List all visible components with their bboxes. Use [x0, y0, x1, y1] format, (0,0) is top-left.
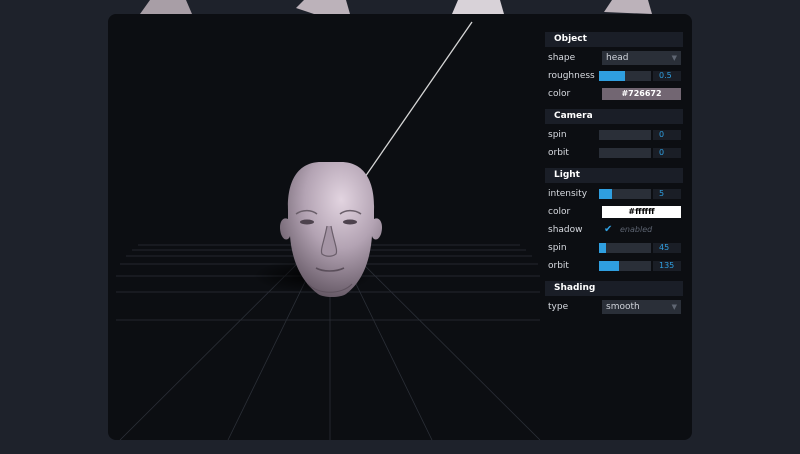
light-color-label: color [548, 207, 571, 217]
shading-type-select[interactable]: smooth ▼ [602, 300, 681, 314]
background-prism [140, 0, 192, 14]
head-left-eye [300, 219, 314, 225]
camera-spin-value[interactable]: 0 [653, 130, 681, 140]
light-color-swatch[interactable]: #ffffff [602, 206, 681, 218]
light-section-header[interactable]: Light [545, 168, 683, 183]
light-orbit-label: orbit [548, 261, 569, 271]
light-spin-label: spin [548, 243, 567, 253]
light-orbit-row: orbit 135 [545, 257, 683, 275]
object-section-header[interactable]: Object [545, 32, 683, 47]
light-orbit-slider[interactable] [599, 261, 651, 271]
light-shadow-state[interactable]: enabled [620, 223, 652, 237]
camera-orbit-row: orbit 0 [545, 144, 683, 162]
light-section: Light intensity 5 color #ffffff shadow ✔… [545, 168, 683, 275]
object-roughness-value[interactable]: 0.5 [653, 71, 681, 81]
controls-panel: Object shape head ▼ roughness 0.5 color … [545, 32, 683, 322]
object-shape-select[interactable]: head ▼ [602, 51, 681, 65]
light-direction-line [355, 21, 473, 191]
light-orbit-slider-fill [599, 261, 619, 271]
camera-orbit-label: orbit [548, 148, 569, 158]
light-orbit-value[interactable]: 135 [653, 261, 681, 271]
object-roughness-row: roughness 0.5 [545, 67, 683, 85]
background-prism [452, 0, 504, 14]
object-shape-value: head [606, 53, 629, 63]
light-intensity-slider-fill [599, 189, 612, 199]
light-intensity-slider[interactable] [599, 189, 651, 199]
shading-type-row: type smooth ▼ [545, 298, 683, 316]
light-spin-slider-fill [599, 243, 606, 253]
light-intensity-label: intensity [548, 189, 588, 199]
object-color-row: color #726672 [545, 85, 683, 103]
shading-type-value: smooth [606, 302, 640, 312]
camera-section: Camera spin 0 orbit 0 [545, 109, 683, 162]
object-roughness-label: roughness [548, 71, 595, 81]
background-prism [604, 0, 652, 14]
app-window: Object shape head ▼ roughness 0.5 color … [108, 14, 692, 440]
camera-orbit-slider[interactable] [599, 148, 651, 158]
light-intensity-value[interactable]: 5 [653, 189, 681, 199]
camera-spin-slider[interactable] [599, 130, 651, 140]
light-shadow-row: shadow ✔ enabled [545, 221, 683, 239]
object-color-swatch[interactable]: #726672 [602, 88, 681, 100]
camera-section-header[interactable]: Camera [545, 109, 683, 124]
head-right-eye [343, 219, 357, 225]
light-shadow-label: shadow [548, 225, 583, 235]
camera-spin-row: spin 0 [545, 126, 683, 144]
chevron-down-icon: ▼ [671, 54, 677, 62]
light-spin-value[interactable]: 45 [653, 243, 681, 253]
object-shape-row: shape head ▼ [545, 49, 683, 67]
light-color-row: color #ffffff [545, 203, 683, 221]
chevron-down-icon: ▼ [671, 303, 677, 311]
camera-orbit-value[interactable]: 0 [653, 148, 681, 158]
checkmark-icon[interactable]: ✔ [604, 223, 612, 237]
object-shape-label: shape [548, 53, 576, 63]
light-spin-slider[interactable] [599, 243, 651, 253]
shading-section: Shading type smooth ▼ [545, 281, 683, 316]
camera-spin-label: spin [548, 130, 567, 140]
object-roughness-slider-fill [599, 71, 625, 81]
object-section: Object shape head ▼ roughness 0.5 color … [545, 32, 683, 103]
light-intensity-row: intensity 5 [545, 185, 683, 203]
shading-type-label: type [548, 302, 569, 312]
object-roughness-slider[interactable] [599, 71, 651, 81]
light-spin-row: spin 45 [545, 239, 683, 257]
object-color-label: color [548, 89, 571, 99]
shading-section-header[interactable]: Shading [545, 281, 683, 296]
